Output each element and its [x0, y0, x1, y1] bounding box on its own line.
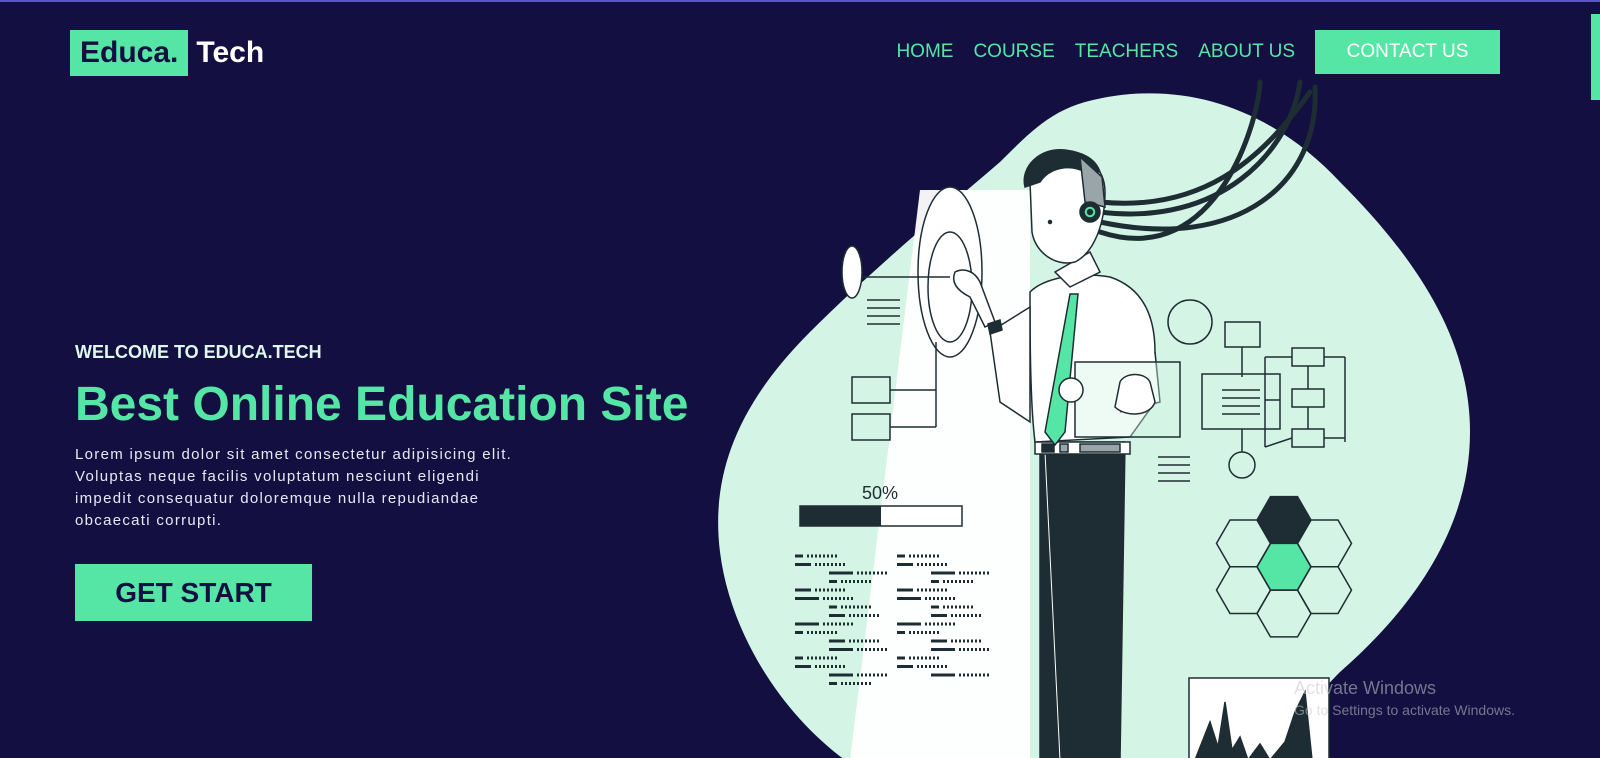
progress-fill [800, 506, 881, 526]
logo-text: Tech [196, 36, 265, 69]
nav-course[interactable]: COURSE [973, 41, 1054, 63]
hero-title: Best Online Education Site [75, 378, 689, 431]
activate-windows-watermark: Activate Windows Go to Settings to activ… [1294, 678, 1515, 718]
nav-links: HOME COURSE TEACHERS ABOUT US CONTACT US [876, 30, 1500, 74]
get-start-button[interactable]: GET START [75, 564, 312, 621]
nav-teachers[interactable]: TEACHERS [1075, 41, 1178, 63]
hero-illustration: 50% [718, 79, 1470, 758]
progress-label: 50% [862, 483, 898, 503]
watermark-subtitle: Go to Settings to activate Windows. [1294, 702, 1515, 718]
hero-description: Lorem ipsum dolor sit amet consectetur a… [75, 446, 513, 529]
scroll-indicator [1591, 14, 1600, 100]
logo-highlight: Educa. [70, 30, 189, 76]
logo[interactable]: Educa. Tech [70, 30, 264, 76]
welcome-text: WELCOME TO EDUCA.TECH [75, 342, 322, 362]
nav-about-us[interactable]: ABOUT US [1198, 41, 1295, 63]
nav-home[interactable]: HOME [896, 41, 953, 63]
contact-us-button[interactable]: CONTACT US [1315, 30, 1500, 74]
tablet-icon [1058, 361, 1181, 438]
hero-text: WELCOME TO EDUCA.TECH Best Online Educat… [75, 342, 695, 532]
watermark-title: Activate Windows [1294, 678, 1437, 698]
